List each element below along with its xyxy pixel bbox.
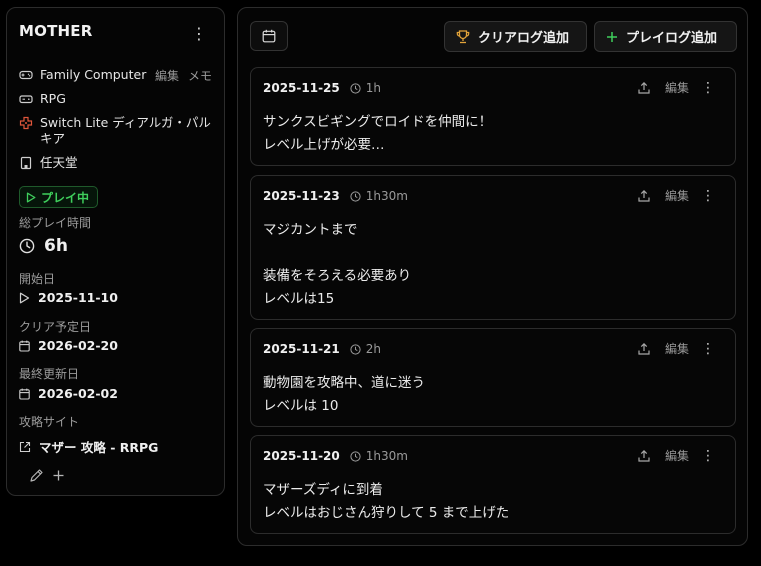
log-body: 動物園を攻略中、道に迷う レベルは 10	[263, 375, 425, 414]
play-triangle-icon	[19, 292, 30, 303]
share-icon[interactable]	[637, 189, 651, 203]
platform-actions: 編集 メモ	[155, 67, 212, 84]
publisher-name: 任天堂	[40, 155, 78, 170]
strategy-site-label: 攻略サイト	[19, 415, 80, 429]
platform-row: Family Computer	[19, 67, 146, 83]
play-log-card[interactable]: 2025-11-23 1h30m 編集 ⋮ マジカントまで 装備をそろえる必要あ…	[250, 175, 736, 320]
plus-icon[interactable]	[52, 469, 65, 482]
share-icon[interactable]	[637, 449, 651, 463]
dpad-icon	[19, 116, 33, 130]
strategy-site-link[interactable]: マザー 攻略 - RRPG	[19, 437, 158, 456]
play-log-card[interactable]: 2025-11-21 2h 編集 ⋮ 動物園を攻略中、道に迷う レベルは 10	[250, 328, 736, 427]
log-more-kebab-icon[interactable]: ⋮	[701, 448, 715, 464]
updated-date-row: 2026-02-02	[19, 386, 118, 401]
log-more-kebab-icon[interactable]: ⋮	[701, 188, 715, 204]
log-edit-button[interactable]: 編集	[665, 79, 689, 96]
clear-date-label: クリア予定日	[19, 320, 92, 334]
log-duration: 1h30m	[350, 449, 408, 463]
clock-icon	[350, 343, 361, 355]
play-status-label: プレイ中	[41, 190, 90, 205]
log-header: 2025-11-25 1h	[263, 81, 381, 95]
log-body: サンクスビギングでロイドを仲間に！ レベル上げが必要…	[263, 114, 493, 153]
genre-row: RPG	[19, 91, 66, 107]
clock-icon	[19, 238, 35, 254]
play-icon	[26, 192, 36, 202]
external-link-icon	[19, 441, 31, 452]
clock-icon	[350, 450, 361, 462]
plus-icon	[607, 31, 617, 42]
calendar-icon	[19, 388, 30, 400]
clock-icon	[350, 190, 361, 202]
trophy-icon	[456, 29, 470, 43]
device-row: Switch Lite ディアルガ・パルキア	[19, 115, 215, 147]
play-log-card[interactable]: 2025-11-20 1h30m 編集 ⋮ マザーズディに到着 レベルはおじさん…	[250, 435, 736, 534]
start-date-label: 開始日	[19, 272, 56, 286]
log-actions: 編集 ⋮	[637, 79, 715, 96]
platform-memo-link[interactable]: メモ	[188, 67, 212, 84]
log-body: マザーズディに到着 レベルはおじさん狩りして 5 まで上げた	[263, 482, 510, 521]
log-date: 2025-11-25	[263, 81, 340, 95]
log-duration: 1h	[350, 81, 381, 95]
log-edit-button[interactable]: 編集	[665, 340, 689, 357]
total-playtime-label: 総プレイ時間	[19, 216, 92, 230]
log-actions: 編集 ⋮	[637, 340, 715, 357]
log-duration: 2h	[350, 342, 381, 356]
log-date: 2025-11-23	[263, 189, 340, 203]
genre-name: RPG	[40, 91, 66, 106]
play-log-card[interactable]: 2025-11-25 1h 編集 ⋮ サンクスビギングでロイドを仲間に！ レベル…	[250, 67, 736, 166]
total-playtime-row: 6h	[19, 236, 68, 256]
clear-date-row: 2026-02-20	[19, 338, 118, 353]
updated-date-value: 2026-02-02	[38, 386, 118, 401]
start-date-row: 2025-11-10	[19, 290, 118, 305]
clear-date-value: 2026-02-20	[38, 338, 118, 353]
play-log-panel: クリアログ追加 プレイログ追加 2025-11-25 1h 編集 ⋮ サンクスビ…	[237, 7, 748, 546]
log-duration-value: 1h	[365, 81, 382, 95]
log-edit-button[interactable]: 編集	[665, 187, 689, 204]
building-icon	[19, 156, 33, 170]
gamepad-icon	[19, 68, 33, 82]
add-play-log-button[interactable]: プレイログ追加	[594, 21, 737, 52]
log-more-kebab-icon[interactable]: ⋮	[701, 80, 715, 96]
log-edit-button[interactable]: 編集	[665, 447, 689, 464]
play-status-badge[interactable]: プレイ中	[19, 186, 99, 208]
platform-edit-link[interactable]: 編集	[155, 67, 179, 84]
game-menu-kebab-icon[interactable]: ⋮	[188, 22, 210, 44]
log-header: 2025-11-21 2h	[263, 342, 381, 356]
log-actions: 編集 ⋮	[637, 187, 715, 204]
clock-icon	[350, 82, 361, 94]
device-name: Switch Lite ディアルガ・パルキア	[40, 115, 211, 146]
calendar-view-button[interactable]	[250, 21, 288, 51]
log-actions: 編集 ⋮	[637, 447, 715, 464]
calendar-icon	[19, 340, 30, 352]
log-header: 2025-11-23 1h30m	[263, 189, 408, 203]
app-root: MOTHER ⋮ Family Computer 編集 メモ RPG Switc…	[0, 0, 761, 566]
controller-icon	[19, 92, 33, 106]
calendar-icon	[262, 29, 276, 43]
log-header: 2025-11-20 1h30m	[263, 449, 408, 463]
platform-name: Family Computer	[40, 67, 147, 82]
log-more-kebab-icon[interactable]: ⋮	[701, 341, 715, 357]
log-duration-value: 1h30m	[365, 449, 408, 463]
total-playtime-value: 6h	[44, 236, 68, 256]
add-clear-log-button[interactable]: クリアログ追加	[444, 21, 587, 52]
log-date: 2025-11-21	[263, 342, 340, 356]
log-date: 2025-11-20	[263, 449, 340, 463]
pencil-icon[interactable]	[29, 468, 44, 483]
add-clear-log-label: クリアログ追加	[478, 31, 570, 46]
log-duration-value: 2h	[365, 342, 382, 356]
share-icon[interactable]	[637, 342, 651, 356]
log-duration-value: 1h30m	[365, 189, 408, 203]
game-detail-card: MOTHER ⋮ Family Computer 編集 メモ RPG Switc…	[6, 7, 225, 496]
log-duration: 1h30m	[350, 189, 408, 203]
game-title: MOTHER	[19, 22, 93, 40]
publisher-row: 任天堂	[19, 155, 78, 171]
start-date-value: 2025-11-10	[38, 290, 118, 305]
add-play-log-label: プレイログ追加	[626, 31, 718, 46]
share-icon[interactable]	[637, 81, 651, 95]
log-body: マジカントまで 装備をそろえる必要あり レベルは15	[263, 222, 412, 307]
site-actions	[29, 468, 65, 483]
strategy-site-value: マザー 攻略 - RRPG	[39, 440, 159, 455]
updated-date-label: 最終更新日	[19, 367, 80, 381]
